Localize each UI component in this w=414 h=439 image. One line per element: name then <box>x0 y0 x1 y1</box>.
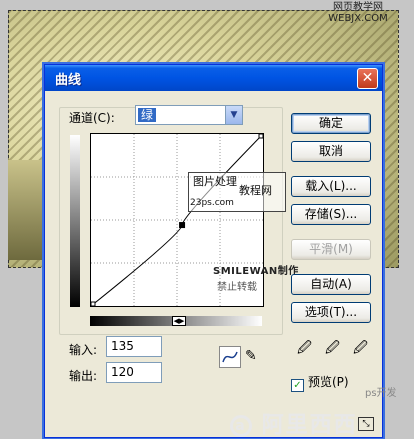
black-eyedropper-icon[interactable]: 🖉 <box>297 339 312 357</box>
white-eyedropper-icon[interactable]: 🖉 <box>353 339 368 357</box>
gray-eyedropper-icon[interactable]: 🖉 <box>325 339 340 357</box>
check-icon[interactable]: ✓ <box>291 379 304 392</box>
preview-label: 预览(P) <box>308 375 349 389</box>
ok-button[interactable]: 确定 <box>291 113 371 134</box>
overlay-text-1: 图片处理 <box>193 175 237 188</box>
eyedropper-group: 🖉 🖉 🖉 <box>297 339 373 359</box>
options-button[interactable]: 选项(T)... <box>291 302 371 323</box>
bottom-credit: ps开发 <box>365 388 397 399</box>
load-button[interactable]: 载入(L)... <box>291 176 371 197</box>
site-logo: a 阿里西西 <box>230 407 370 438</box>
curve-tool-icon <box>222 351 238 363</box>
gradient-toggle-icon[interactable]: ◀▶ <box>172 316 186 326</box>
site-watermark: 网页教学网 WEBJX.COM <box>308 2 408 24</box>
channel-select[interactable]: 绿 ▼ <box>135 105 243 125</box>
overlay-text-2: 教程网 <box>239 184 272 197</box>
curve-control-point[interactable] <box>179 222 186 229</box>
site-watermark-line: 网页教学网 <box>333 2 383 13</box>
output-field[interactable]: 120 <box>106 362 162 383</box>
smooth-button[interactable]: 平滑(M) <box>291 239 371 260</box>
save-button[interactable]: 存储(S)... <box>291 204 371 225</box>
curve-control-point[interactable] <box>91 301 96 306</box>
channel-value: 绿 <box>138 108 157 122</box>
close-icon: ✕ <box>361 70 374 86</box>
close-button[interactable]: ✕ <box>357 68 378 89</box>
auto-button[interactable]: 自动(A) <box>291 274 371 295</box>
curve-control-point[interactable] <box>258 134 263 139</box>
overlay-text-3: 23ps.com <box>190 198 234 208</box>
cancel-button[interactable]: 取消 <box>291 141 371 162</box>
channel-label: 通道(C): <box>69 111 115 125</box>
curve-tool-button[interactable] <box>219 346 241 368</box>
logo-text: 阿里西西 <box>261 413 358 438</box>
curves-dialog: 曲线 ✕ 通道(C): 绿 ▼ 图片处理 教程网 23ps.com SMILEW… <box>44 64 383 438</box>
chevron-down-icon[interactable]: ▼ <box>225 106 242 124</box>
site-watermark-line: WEBJX.COM <box>328 13 388 24</box>
author-watermark: SMILEWAN制作 <box>213 266 299 277</box>
input-field[interactable]: 135 <box>106 336 162 357</box>
title-bar[interactable]: 曲线 ✕ <box>45 65 382 91</box>
site-watermark-box: 图片处理 教程网 23ps.com <box>188 172 286 212</box>
pencil-icon[interactable]: ✎ <box>245 348 257 364</box>
background-horizon <box>8 160 48 260</box>
output-label: 输出: <box>69 369 98 383</box>
copyright-watermark: 禁止转载 <box>217 282 257 293</box>
input-label: 输入: <box>69 343 98 357</box>
dialog-title: 曲线 <box>55 73 82 88</box>
logo-mark: a <box>230 415 252 437</box>
preview-checkbox[interactable]: ✓ 预览(P) <box>291 373 349 392</box>
output-gradient-bar <box>70 135 80 307</box>
